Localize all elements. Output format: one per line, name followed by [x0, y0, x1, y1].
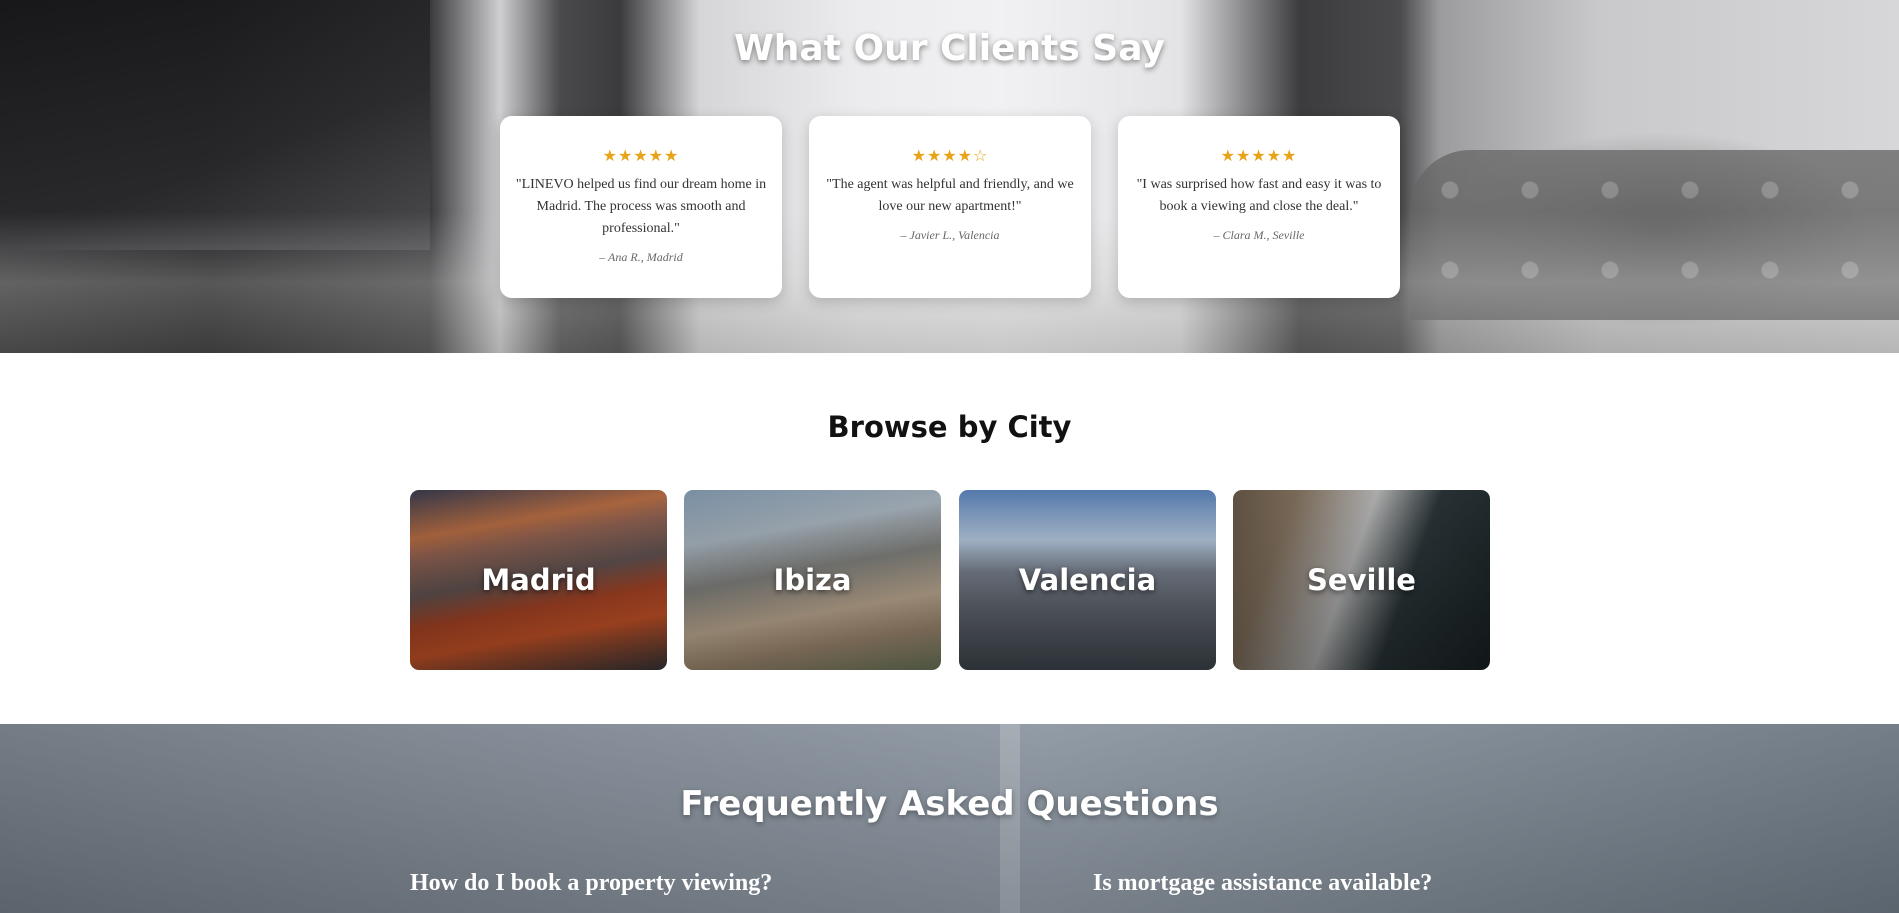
review-quote: "LINEVO helped us find our dream home in…: [515, 177, 767, 236]
review-card: ★★★★★ "LINEVO helped us find our dream h…: [500, 116, 782, 298]
cities-title: Browse by City: [827, 410, 1072, 444]
browse-by-city-section: Browse by City Madrid Ibiza Valencia Sev…: [0, 353, 1899, 724]
testimonials-section: What Our Clients Say ★★★★★ "LINEVO helpe…: [0, 0, 1899, 353]
city-card-seville[interactable]: Seville: [1233, 490, 1490, 670]
review-card: ★★★★★ "I was surprised how fast and easy…: [1118, 116, 1400, 298]
city-card-valencia[interactable]: Valencia: [959, 490, 1216, 670]
city-card-ibiza[interactable]: Ibiza: [684, 490, 941, 670]
review-quote: "The agent was helpful and friendly, and…: [826, 177, 1074, 214]
city-name: Valencia: [1018, 563, 1157, 597]
city-name: Ibiza: [773, 563, 852, 597]
faq-section: Frequently Asked Questions How do I book…: [0, 724, 1899, 913]
review-author: – Javier L., Valencia: [900, 228, 1000, 242]
review-card: ★★★★☆ "The agent was helpful and friendl…: [809, 116, 1091, 298]
faq-title: Frequently Asked Questions: [680, 784, 1219, 824]
review-quote: "I was surprised how fast and easy it wa…: [1136, 177, 1382, 214]
star-rating-icon: ★★★★☆: [911, 146, 989, 165]
faq-question-booking[interactable]: How do I book a property viewing?: [410, 870, 772, 897]
review-author: – Clara M., Seville: [1213, 228, 1305, 242]
review-author: – Ana R., Madrid: [599, 250, 683, 264]
star-rating-icon: ★★★★★: [602, 146, 680, 165]
city-card-madrid[interactable]: Madrid: [410, 490, 667, 670]
city-name: Seville: [1307, 563, 1416, 597]
testimonials-title: What Our Clients Say: [734, 28, 1165, 69]
city-name: Madrid: [481, 563, 596, 597]
star-rating-icon: ★★★★★: [1220, 146, 1298, 165]
faq-question-mortgage[interactable]: Is mortgage assistance available?: [1093, 870, 1432, 897]
